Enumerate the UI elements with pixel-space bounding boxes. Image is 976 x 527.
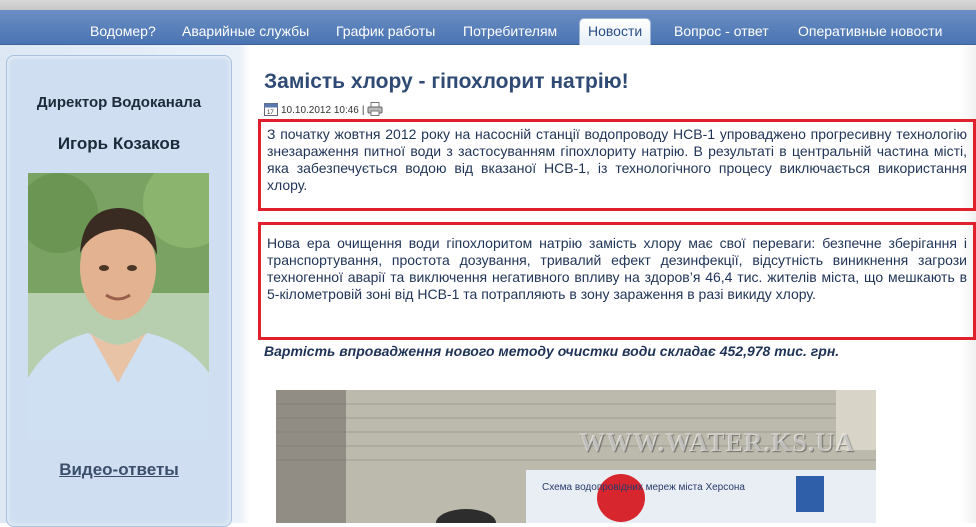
article-cost-note: Вартість впровадження нового методу очис… bbox=[264, 343, 840, 359]
director-photo bbox=[28, 173, 209, 439]
article-photo: WWW.WATER.KS.UA Схема водопровідних мере… bbox=[276, 390, 876, 523]
top-strip bbox=[0, 0, 976, 10]
nav-item-news[interactable]: Новости bbox=[579, 18, 652, 45]
main-navigation: Водомер? Аварийные службы График работы … bbox=[0, 10, 976, 45]
director-name: Игорь Козаков bbox=[57, 134, 181, 153]
article-paragraph-1: З початку жовтня 2012 року на насосній с… bbox=[258, 119, 976, 211]
svg-text:17: 17 bbox=[267, 110, 274, 116]
article-date: 10.10.2012 10:46 bbox=[281, 104, 359, 116]
print-icon[interactable] bbox=[367, 101, 383, 119]
article-title: Замість хлору - гіпохлорит натрію! bbox=[264, 70, 629, 93]
nav-item-operative-news[interactable]: Оперативные новости bbox=[798, 10, 942, 44]
meta-separator: | bbox=[361, 104, 365, 116]
nav-item-schedule[interactable]: График работы bbox=[336, 10, 435, 44]
photo-watermark: WWW.WATER.KS.UA bbox=[579, 428, 855, 457]
nav-item-vodomer[interactable]: Водомер? bbox=[90, 10, 156, 44]
nav-item-consumers[interactable]: Потребителям bbox=[463, 10, 557, 44]
calendar-icon: 17 bbox=[264, 102, 278, 119]
video-answers-link[interactable]: Видео-ответы bbox=[7, 460, 231, 480]
nav-item-emergency[interactable]: Аварийные службы bbox=[182, 10, 309, 44]
director-title: Директор Водоканала bbox=[36, 94, 202, 111]
article-paragraph-2: Нова ера очищення води гіпохлоритом натр… bbox=[258, 222, 976, 340]
director-portrait-image bbox=[28, 173, 209, 439]
director-sidebar: Директор Водоканала Игорь Козаков Видео-… bbox=[6, 55, 232, 527]
nav-item-qa[interactable]: Вопрос - ответ bbox=[674, 10, 769, 44]
article-meta: 17 10.10.2012 10:46 | bbox=[264, 101, 383, 119]
photo-banner-text: Схема водопровідних мереж міста Херсона bbox=[542, 482, 745, 493]
